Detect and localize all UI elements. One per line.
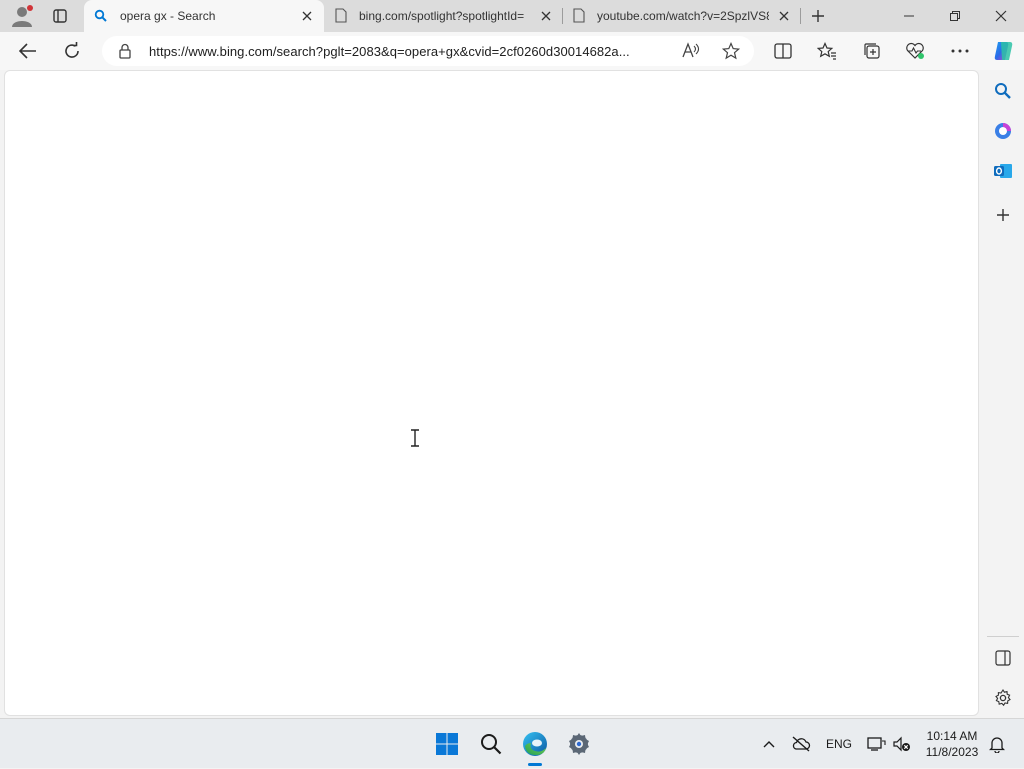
refresh-button[interactable] <box>56 35 88 67</box>
close-tab-icon[interactable] <box>776 8 792 24</box>
web-content-area[interactable] <box>4 70 979 716</box>
outlook-icon <box>994 164 1012 178</box>
input-language-indicator[interactable]: ENG <box>822 719 856 769</box>
search-icon <box>481 734 502 755</box>
sidebar-outlook-button[interactable] <box>990 158 1016 184</box>
microsoft-365-icon <box>995 123 1011 139</box>
collections-icon <box>864 43 880 59</box>
tab-separator <box>562 8 563 24</box>
onedrive-status-button[interactable] <box>788 719 814 769</box>
close-tab-icon[interactable] <box>299 8 315 24</box>
profile-avatar[interactable] <box>10 5 34 27</box>
split-screen-icon <box>774 43 792 59</box>
notifications-button[interactable] <box>986 719 1008 769</box>
tab-opera-gx-search[interactable]: opera gx - Search <box>84 0 324 32</box>
sidebar-search-button[interactable] <box>990 78 1016 104</box>
sidebar-panel-icon <box>995 650 1011 666</box>
restore-icon <box>950 11 960 21</box>
edge-sidebar <box>982 70 1024 718</box>
minimize-icon <box>904 15 914 17</box>
show-hidden-icons-button[interactable] <box>758 719 780 769</box>
browser-toolbar: https://www.bing.com/search?pglt=2083&q=… <box>0 32 1024 70</box>
settings-and-more-button[interactable] <box>944 35 976 67</box>
taskbar-settings-button[interactable] <box>563 728 595 760</box>
favorite-star-icon[interactable] <box>721 41 741 65</box>
person-icon <box>12 5 33 27</box>
close-icon <box>995 10 1007 22</box>
system-clock[interactable]: 10:14 AM 11/8/2023 <box>918 728 986 760</box>
more-dots-icon <box>951 49 969 53</box>
settings-gear-icon <box>569 733 589 755</box>
cloud-offline-icon <box>792 736 811 752</box>
tab-title: bing.com/spotlight?spotlightId= <box>359 9 525 23</box>
active-app-indicator <box>528 763 542 766</box>
tab-title: youtube.com/watch?v=2SpzlVS8 <box>597 9 769 23</box>
hide-sidebar-button[interactable] <box>990 645 1016 671</box>
windows-logo-icon <box>436 733 458 755</box>
search-icon <box>94 9 108 23</box>
text-cursor-icon <box>408 429 422 447</box>
page-icon <box>335 8 347 23</box>
tab-title: opera gx - Search <box>120 9 216 23</box>
volume-status-button[interactable] <box>890 719 914 769</box>
page-icon <box>573 8 585 23</box>
back-button[interactable] <box>12 35 44 67</box>
heart-pulse-icon <box>906 42 924 59</box>
split-screen-button[interactable] <box>767 35 799 67</box>
tab-bing-spotlight[interactable]: bing.com/spotlight?spotlightId= <box>326 0 562 32</box>
tab-actions-button[interactable] <box>50 6 70 26</box>
restore-button[interactable] <box>932 0 978 32</box>
copilot-icon <box>994 42 1013 60</box>
edge-browser-icon <box>523 732 547 756</box>
clock-time: 10:14 AM <box>926 729 978 743</box>
url-text[interactable]: https://www.bing.com/search?pglt=2083&q=… <box>149 44 677 59</box>
tab-separator <box>800 8 801 24</box>
sidebar-add-button[interactable] <box>990 202 1016 228</box>
start-button[interactable] <box>431 728 463 760</box>
new-tab-button[interactable] <box>808 6 828 26</box>
address-bar[interactable]: https://www.bing.com/search?pglt=2083&q=… <box>102 36 754 66</box>
read-aloud-icon[interactable] <box>682 42 700 65</box>
favorites-icon <box>817 42 836 60</box>
gear-icon <box>995 689 1011 707</box>
speaker-muted-icon <box>893 736 910 752</box>
close-window-button[interactable] <box>978 0 1024 32</box>
network-status-button[interactable] <box>864 719 888 769</box>
chevron-up-icon <box>763 741 775 748</box>
browser-essentials-button[interactable] <box>899 35 931 67</box>
back-arrow-icon <box>19 43 36 59</box>
clock-date: 11/8/2023 <box>925 745 979 759</box>
tab-youtube[interactable]: youtube.com/watch?v=2SpzlVS8 <box>564 0 800 32</box>
sidebar-office-button[interactable] <box>990 118 1016 144</box>
plus-icon <box>812 10 824 22</box>
refresh-icon <box>65 42 79 58</box>
close-tab-icon[interactable] <box>538 8 554 24</box>
plus-icon <box>997 209 1009 221</box>
minimize-button[interactable] <box>886 0 932 32</box>
tab-strip: opera gx - Search bing.com/spotlight?spo… <box>0 0 1024 32</box>
copilot-button[interactable] <box>987 35 1019 67</box>
windows-taskbar: ENG 10:14 AM 11/8/2023 <box>0 718 1024 768</box>
favorites-button[interactable] <box>811 35 843 67</box>
taskbar-edge-button[interactable] <box>519 728 551 766</box>
sidebar-divider <box>987 636 1019 637</box>
bell-icon <box>989 737 1005 753</box>
taskbar-search-button[interactable] <box>475 728 507 760</box>
search-icon <box>995 83 1011 99</box>
collections-button[interactable] <box>856 35 888 67</box>
tab-actions-icon <box>53 9 67 23</box>
network-icon <box>867 737 886 751</box>
lock-icon[interactable] <box>118 43 132 64</box>
sidebar-settings-button[interactable] <box>990 685 1016 711</box>
